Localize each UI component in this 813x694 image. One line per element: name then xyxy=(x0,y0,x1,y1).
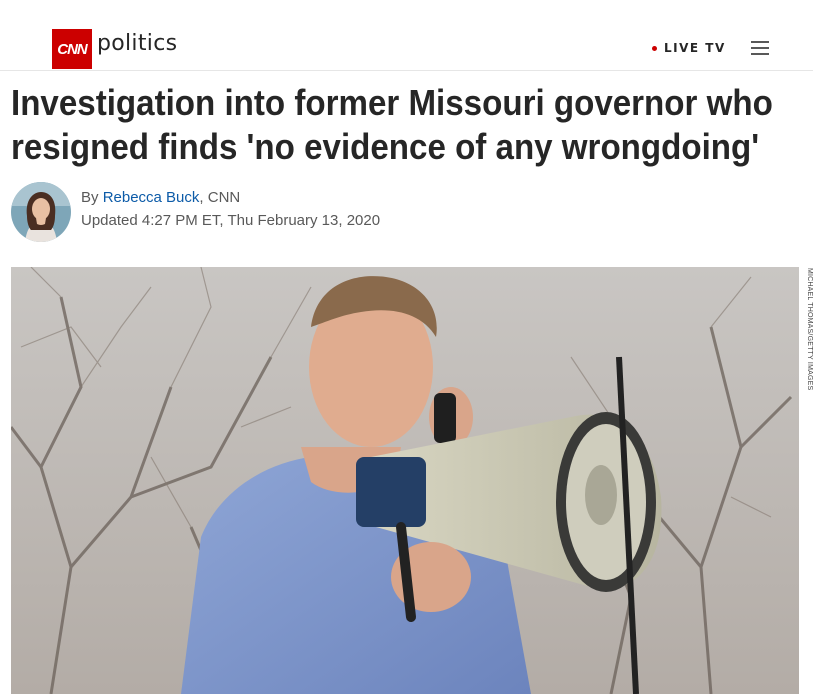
live-tv-label: LIVE TV xyxy=(664,41,726,55)
byline: By Rebecca Buck, CNN xyxy=(81,189,240,206)
hero-image[interactable] xyxy=(11,267,799,694)
updated-timestamp: Updated 4:27 PM ET, Thu February 13, 202… xyxy=(81,212,381,229)
hamburger-menu-icon[interactable] xyxy=(751,40,769,56)
author-link[interactable]: Rebecca Buck xyxy=(103,189,200,206)
live-dot-icon xyxy=(652,45,657,51)
logo-text: CNN xyxy=(57,40,87,58)
site-header: CNN politics LIVE TV xyxy=(0,0,813,71)
live-tv-link[interactable]: LIVE TV xyxy=(652,41,726,55)
article-headline: Investigation into former Missouri gover… xyxy=(11,82,773,167)
author-avatar[interactable] xyxy=(11,182,71,242)
byline-prefix: By xyxy=(81,189,103,206)
article-page: CNN politics LIVE TV Investigation into … xyxy=(0,0,813,694)
image-credit: MICHAEL THOMAS/GETTY IMAGES xyxy=(806,268,813,391)
section-name[interactable]: politics xyxy=(97,31,177,56)
cnn-logo[interactable]: CNN xyxy=(52,29,92,69)
byline-suffix: , CNN xyxy=(199,189,241,206)
